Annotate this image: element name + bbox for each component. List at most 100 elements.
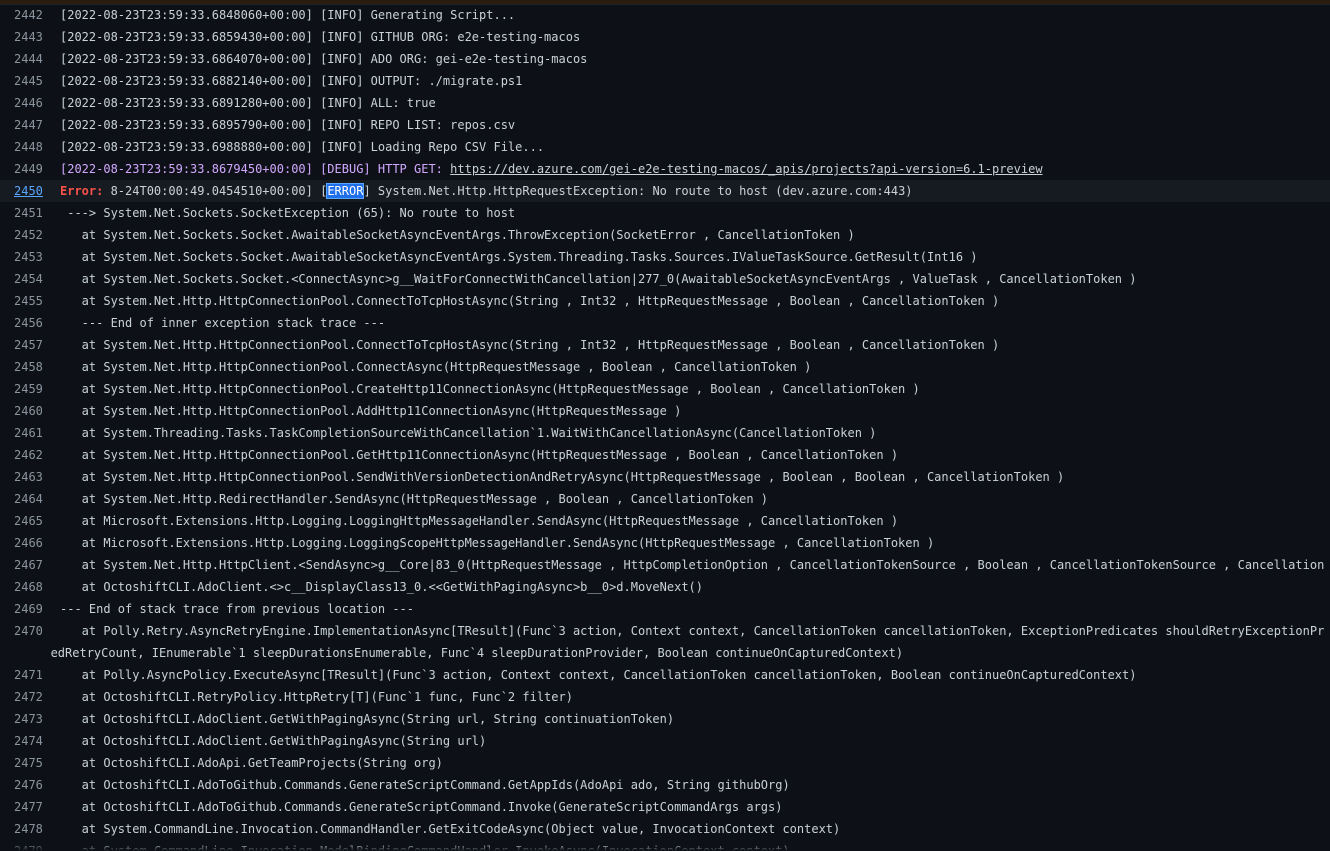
log-text: at OctoshiftCLI.AdoClient.GetWithPagingA…	[60, 712, 675, 726]
wrapped-log-line[interactable]: 2470 at Polly.Retry.AsyncRetryEngine.Imp…	[0, 620, 1330, 664]
log-line[interactable]: 2478 at System.CommandLine.Invocation.Co…	[0, 818, 1330, 840]
line-number[interactable]: 2460	[0, 400, 50, 422]
line-number[interactable]: 2456	[0, 312, 50, 334]
line-number[interactable]: 2454	[0, 268, 50, 290]
log-text: at System.Net.Sockets.Socket.<ConnectAsy…	[60, 272, 1137, 286]
log-line[interactable]: 2465 at Microsoft.Extensions.Http.Loggin…	[0, 510, 1330, 532]
line-number-selected[interactable]: 2450	[0, 180, 50, 202]
log-text: [2022-08-23T23:59:33.6882140+00:00] [INF…	[60, 74, 523, 88]
log-line[interactable]: 2446 [2022-08-23T23:59:33.6891280+00:00] …	[0, 92, 1330, 114]
line-number[interactable]: 2469	[0, 598, 50, 620]
line-number[interactable]: 2463	[0, 466, 50, 488]
log-line[interactable]: 2451 ---> System.Net.Sockets.SocketExcep…	[0, 202, 1330, 224]
line-number[interactable]: 2442	[0, 4, 50, 26]
line-number[interactable]: 2472	[0, 686, 50, 708]
log-text: at System.Net.Http.HttpConnectionPool.Cr…	[60, 382, 920, 396]
error-prefix: Error:	[60, 184, 111, 198]
log-line[interactable]: 2466 at Microsoft.Extensions.Http.Loggin…	[0, 532, 1330, 554]
line-number[interactable]: 2446	[0, 92, 50, 114]
debug-log-line[interactable]: 2449 [2022-08-23T23:59:33.8679450+00:00] …	[0, 158, 1330, 180]
log-line[interactable]: 2452 at System.Net.Sockets.Socket.Awaita…	[0, 224, 1330, 246]
line-number[interactable]: 2455	[0, 290, 50, 312]
log-text: at OctoshiftCLI.AdoToGithub.Commands.Gen…	[60, 778, 790, 792]
log-line[interactable]: 2473 at OctoshiftCLI.AdoClient.GetWithPa…	[0, 708, 1330, 730]
log-line[interactable]: 2459 at System.Net.Http.HttpConnectionPo…	[0, 378, 1330, 400]
line-number[interactable]: 2459	[0, 378, 50, 400]
line-number[interactable]: 2447	[0, 114, 50, 136]
log-line[interactable]: 2469 --- End of stack trace from previous…	[0, 598, 1330, 620]
log-line[interactable]: 2462 at System.Net.Http.HttpConnectionPo…	[0, 444, 1330, 466]
line-number[interactable]: 2457	[0, 334, 50, 356]
line-number[interactable]: 2445	[0, 70, 50, 92]
bottom-fade	[0, 843, 1330, 851]
log-line[interactable]: 2457 at System.Net.Http.HttpConnectionPo…	[0, 334, 1330, 356]
log-text: at System.Threading.Tasks.TaskCompletion…	[60, 426, 877, 440]
line-number[interactable]: 2451	[0, 202, 50, 224]
line-number[interactable]: 2465	[0, 510, 50, 532]
log-line[interactable]: 2447 [2022-08-23T23:59:33.6895790+00:00] …	[0, 114, 1330, 136]
line-number[interactable]: 2468	[0, 576, 50, 598]
log-line[interactable]: 2476 at OctoshiftCLI.AdoToGithub.Command…	[0, 774, 1330, 796]
log-text: at System.Net.Http.HttpConnectionPool.Co…	[60, 338, 1000, 352]
log-line[interactable]: 2460 at System.Net.Http.HttpConnectionPo…	[0, 400, 1330, 422]
log-line[interactable]: 2458 at System.Net.Http.HttpConnectionPo…	[0, 356, 1330, 378]
log-line[interactable]: 2443 [2022-08-23T23:59:33.6859430+00:00] …	[0, 26, 1330, 48]
line-number[interactable]: 2444	[0, 48, 50, 70]
log-line[interactable]: 2453 at System.Net.Sockets.Socket.Awaita…	[0, 246, 1330, 268]
debug-prefix: [2022-08-23T23:59:33.8679450+00:00] [DEB…	[60, 162, 451, 176]
line-number[interactable]: 2474	[0, 730, 50, 752]
line-number[interactable]: 2476	[0, 774, 50, 796]
line-number[interactable]: 2475	[0, 752, 50, 774]
line-number[interactable]: 2473	[0, 708, 50, 730]
log-line[interactable]: 2477 at OctoshiftCLI.AdoToGithub.Command…	[0, 796, 1330, 818]
line-number[interactable]: 2443	[0, 26, 50, 48]
log-text: at System.CommandLine.Invocation.Command…	[60, 822, 841, 836]
line-number[interactable]: 2458	[0, 356, 50, 378]
line-number[interactable]: 2453	[0, 246, 50, 268]
request-url-link[interactable]: https://dev.azure.com/gei-e2e-testing-ma…	[450, 162, 1042, 176]
log-text: at Microsoft.Extensions.Http.Logging.Log…	[60, 536, 935, 550]
line-number[interactable]: 2449	[0, 158, 50, 180]
log-text: at System.Net.Http.HttpConnectionPool.Co…	[60, 360, 812, 374]
log-text: at System.Net.Http.HttpConnectionPool.Co…	[60, 294, 1000, 308]
log-viewer: 2442 [2022-08-23T23:59:33.6848060+00:00] …	[0, 0, 1330, 851]
log-line[interactable]: 2467 at System.Net.Http.HttpClient.<Send…	[0, 554, 1330, 576]
log-line[interactable]: 2442 [2022-08-23T23:59:33.6848060+00:00] …	[0, 4, 1330, 26]
log-text: at OctoshiftCLI.AdoClient.<>c__DisplayCl…	[60, 580, 703, 594]
line-number[interactable]: 2464	[0, 488, 50, 510]
log-line[interactable]: 2464 at System.Net.Http.RedirectHandler.…	[0, 488, 1330, 510]
log-line[interactable]: 2475 at OctoshiftCLI.AdoApi.GetTeamProje…	[0, 752, 1330, 774]
log-line[interactable]: 2474 at OctoshiftCLI.AdoClient.GetWithPa…	[0, 730, 1330, 752]
log-line[interactable]: 2461 at System.Threading.Tasks.TaskCompl…	[0, 422, 1330, 444]
log-line[interactable]: 2444 [2022-08-23T23:59:33.6864070+00:00] …	[0, 48, 1330, 70]
line-number[interactable]: 2448	[0, 136, 50, 158]
line-number[interactable]: 2471	[0, 664, 50, 686]
log-text: at System.Net.Http.HttpConnectionPool.Ad…	[60, 404, 682, 418]
log-line[interactable]: 2448 [2022-08-23T23:59:33.6988880+00:00] …	[0, 136, 1330, 158]
log-text: --- End of inner exception stack trace -…	[60, 316, 386, 330]
log-text: at OctoshiftCLI.AdoClient.GetWithPagingA…	[60, 734, 487, 748]
log-line[interactable]: 2454 at System.Net.Sockets.Socket.<Conne…	[0, 268, 1330, 290]
log-text: [2022-08-23T23:59:33.6864070+00:00] [INF…	[60, 52, 588, 66]
line-number[interactable]: 2461	[0, 422, 50, 444]
error-log-line[interactable]: 2450 Error: 8-24T00:00:49.0454510+00:00] …	[0, 180, 1330, 202]
log-text: at OctoshiftCLI.RetryPolicy.HttpRetry[T]…	[60, 690, 573, 704]
log-text: [2022-08-23T23:59:33.6891280+00:00] [INF…	[60, 96, 436, 110]
line-number[interactable]: 2467	[0, 554, 50, 576]
log-text: at System.Net.Sockets.Socket.AwaitableSo…	[60, 228, 855, 242]
line-number[interactable]: 2452	[0, 224, 50, 246]
log-line[interactable]: 2468 at OctoshiftCLI.AdoClient.<>c__Disp…	[0, 576, 1330, 598]
line-number[interactable]: 2477	[0, 796, 50, 818]
line-number[interactable]: 2466	[0, 532, 50, 554]
log-line[interactable]: 2456 --- End of inner exception stack tr…	[0, 312, 1330, 334]
log-line[interactable]: 2445 [2022-08-23T23:59:33.6882140+00:00] …	[0, 70, 1330, 92]
log-text: at System.Net.Http.HttpConnectionPool.Ge…	[60, 448, 899, 462]
line-number[interactable]: 2462	[0, 444, 50, 466]
log-line[interactable]: 2471 at Polly.AsyncPolicy.ExecuteAsync[T…	[0, 664, 1330, 686]
log-line[interactable]: 2472 at OctoshiftCLI.RetryPolicy.HttpRet…	[0, 686, 1330, 708]
line-number[interactable]: 2478	[0, 818, 50, 840]
log-line[interactable]: 2455 at System.Net.Http.HttpConnectionPo…	[0, 290, 1330, 312]
line-number[interactable]: 2470	[0, 620, 50, 664]
log-line[interactable]: 2463 at System.Net.Http.HttpConnectionPo…	[0, 466, 1330, 488]
error-timestamp: 8-24T00:00:49.0454510+00:00] [	[110, 184, 328, 198]
